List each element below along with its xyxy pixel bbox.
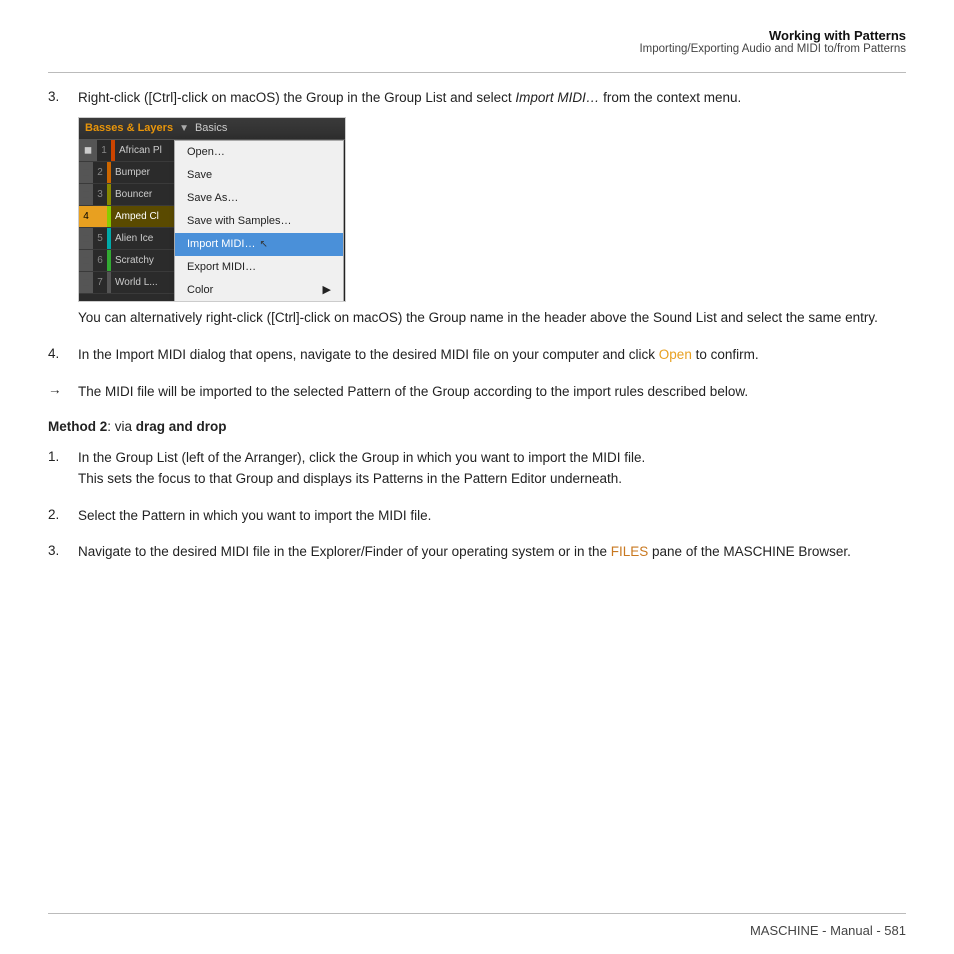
ss-row-5-idx: 5: [93, 228, 107, 249]
ss-header: Basses & Layers ▼ Basics: [79, 118, 345, 140]
ss-row-4: 4 Amped Cl: [79, 206, 184, 228]
ss-row-3: ◼ 3 Bouncer: [79, 184, 184, 206]
header-subtitle: Importing/Exporting Audio and MIDI to/fr…: [639, 43, 906, 55]
method2-heading: Method 2: via drag and drop: [48, 419, 906, 434]
ss-row-6: ◼ 6 Scratchy: [79, 250, 184, 272]
method2-rest: : via: [107, 419, 136, 434]
step4-text1: In the Import MIDI dialog that opens, na…: [78, 347, 659, 362]
ss-row-3-spacer: ◼: [79, 184, 93, 205]
menu-save: Save: [175, 164, 343, 187]
color-submenu-arrow: ▶: [323, 282, 331, 299]
ss-row-7-idx: 7: [93, 272, 107, 293]
step3-note: You can alternatively right-click ([Ctrl…: [78, 310, 878, 325]
m2-step-2: 2. Select the Pattern in which you want …: [48, 506, 906, 527]
screenshot: Basses & Layers ▼ Basics ◼ 1 African Pl: [78, 117, 346, 302]
m2-step3-text1: Navigate to the desired MIDI file in the…: [78, 544, 611, 559]
ss-header-basics: Basics: [195, 120, 227, 137]
step3-text2: from the context menu.: [599, 90, 741, 105]
ss-row-5: ◼ 5 Alien Ice: [79, 228, 184, 250]
step3-text1: Right-click ([Ctrl]-click on macOS) the …: [78, 90, 515, 105]
footer-rule: [48, 913, 906, 914]
footer-text: MASCHINE - Manual - 581: [750, 923, 906, 938]
ss-row-6-idx: 6: [93, 250, 107, 271]
ss-row-4-spacer: 4: [79, 206, 93, 227]
ss-row-2: ◼ 2 Bumper: [79, 162, 184, 184]
ss-row-1-idx: 1: [97, 140, 111, 161]
ss-row-2-idx: 2: [93, 162, 107, 183]
ss-row-6-spacer: ◼: [79, 250, 93, 271]
step-3: 3. Right-click ([Ctrl]-click on macOS) t…: [48, 88, 906, 329]
page-header: Working with Patterns Importing/Exportin…: [639, 28, 906, 55]
ss-row-5-spacer: ◼: [79, 228, 93, 249]
step4-text2: to confirm.: [692, 347, 759, 362]
arrow-symbol: →: [48, 382, 78, 403]
context-menu: Open… Save Save As… Save with Samples… I…: [174, 140, 344, 302]
method2-bold: drag and drop: [136, 419, 227, 434]
m2-step-2-number: 2.: [48, 506, 78, 527]
cursor-icon: ↖: [259, 237, 267, 253]
m2-step-3-content: Navigate to the desired MIDI file in the…: [78, 542, 906, 563]
menu-import-midi: Import MIDI…↖: [175, 233, 343, 256]
step-4: 4. In the Import MIDI dialog that opens,…: [48, 345, 906, 366]
menu-save-samples: Save with Samples…: [175, 210, 343, 233]
step-3-number: 3.: [48, 88, 78, 329]
m2-step-1-content: In the Group List (left of the Arranger)…: [78, 448, 906, 490]
m2-step3-text2: pane of the MASCHINE Browser.: [648, 544, 851, 559]
menu-color: Color ▶: [175, 279, 343, 302]
ss-row-1: ◼ 1 African Pl: [79, 140, 184, 162]
arrow-item: → The MIDI file will be imported to the …: [48, 382, 906, 403]
header-title: Working with Patterns: [639, 28, 906, 43]
ss-row-7-spacer: ◼: [79, 272, 93, 293]
step-3-content: Right-click ([Ctrl]-click on macOS) the …: [78, 88, 906, 329]
ss-row-7: ◼ 7 World L...: [79, 272, 184, 294]
ss-row-3-idx: 3: [93, 184, 107, 205]
step-4-content: In the Import MIDI dialog that opens, na…: [78, 345, 906, 366]
menu-open: Open…: [175, 141, 343, 164]
step3-italic: Import MIDI…: [515, 90, 599, 105]
step4-open-link[interactable]: Open: [659, 347, 692, 362]
ss-rows: ◼ 1 African Pl ◼ 2 Bumper ◼: [79, 140, 184, 294]
m2-step-1-number: 1.: [48, 448, 78, 490]
main-content: 3. Right-click ([Ctrl]-click on macOS) t…: [48, 88, 906, 894]
m2-step3-files-link[interactable]: FILES: [611, 544, 649, 559]
menu-export-midi: Export MIDI…: [175, 256, 343, 279]
ss-row-4-idx: [93, 206, 107, 227]
method2-label: Method 2: [48, 419, 107, 434]
m2-step-2-content: Select the Pattern in which you want to …: [78, 506, 906, 527]
ss-row-1-num: ◼: [79, 140, 97, 161]
menu-save-as: Save As…: [175, 187, 343, 210]
ss-header-title: Basses & Layers: [85, 120, 173, 137]
m2-step-3: 3. Navigate to the desired MIDI file in …: [48, 542, 906, 563]
header-rule: [48, 72, 906, 73]
step-4-number: 4.: [48, 345, 78, 366]
m2-step-1: 1. In the Group List (left of the Arrang…: [48, 448, 906, 490]
m2-step-3-number: 3.: [48, 542, 78, 563]
ss-row-2-spacer: ◼: [79, 162, 93, 183]
ss-header-arrow-icon: ▼: [179, 121, 189, 137]
arrow-content: The MIDI file will be imported to the se…: [78, 382, 906, 403]
